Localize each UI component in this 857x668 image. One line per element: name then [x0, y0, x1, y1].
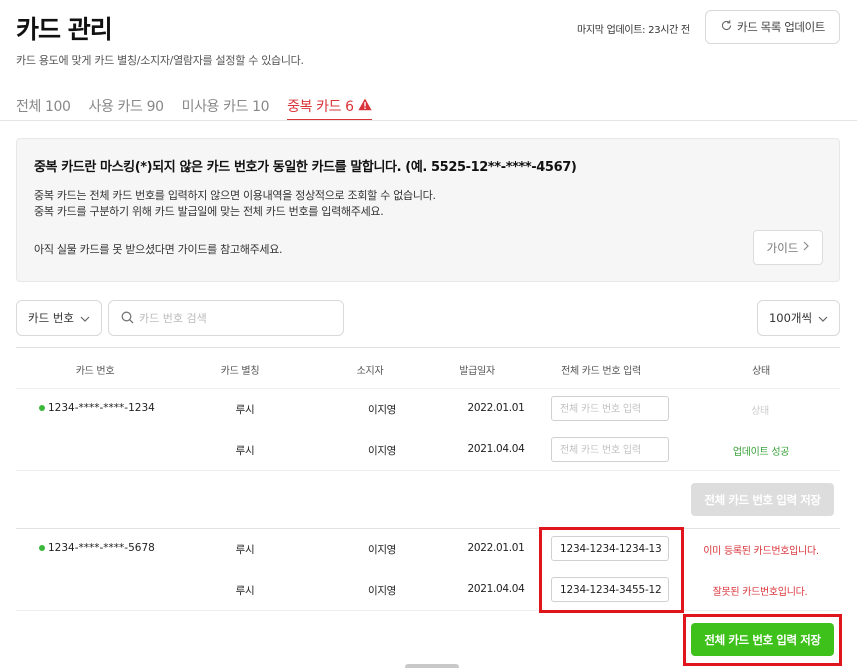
warning-icon: [358, 96, 372, 119]
page-subtitle: 카드 용도에 맞게 카드 별칭/소지자/열람자를 설정할 수 있습니다.: [16, 54, 304, 67]
tab-used[interactable]: 사용 카드 90: [89, 96, 164, 121]
search-field-select[interactable]: 카드 번호: [16, 300, 102, 336]
refresh-card-list-button[interactable]: 카드 목록 업데이트: [705, 10, 840, 44]
table-top-border: [16, 347, 840, 348]
table-header-border: [16, 388, 840, 389]
tab-bar: 전체 100 사용 카드 90 미사용 카드 10 중복 카드 6: [16, 96, 372, 121]
active-status-dot: [39, 405, 45, 411]
card-number-text: 1234-****-****-1234: [48, 402, 155, 414]
guide-button[interactable]: 가이드: [753, 230, 823, 265]
group-card-number: 1234-****-****-5678: [39, 542, 155, 554]
active-status-dot: [39, 545, 45, 551]
last-update-text: 마지막 업데이트: 23시간 전: [577, 25, 690, 36]
page-title: 카드 관리: [16, 15, 113, 44]
guide-label: 가이드: [766, 242, 799, 255]
tab-unused[interactable]: 미사용 카드 10: [182, 96, 270, 121]
page-size-select[interactable]: 100개씩: [757, 300, 840, 336]
cell-holder: 이지영: [367, 544, 397, 556]
duplicate-card-notice: 중복 카드란 마스킹(*)되지 않은 카드 번호가 동일한 카드를 말합니다. …: [16, 138, 840, 282]
cell-alias: 루시: [235, 404, 255, 416]
notice-title: 중복 카드란 마스킹(*)되지 않은 카드 번호가 동일한 카드를 말합니다. …: [34, 160, 577, 175]
refresh-icon: [720, 19, 733, 35]
notice-line-3: 아직 실물 카드를 못 받으셨다면 가이드를 참고해주세요.: [34, 243, 283, 256]
column-header-alias: 카드 별칭: [220, 366, 260, 377]
highlight-box-inputs: [539, 527, 684, 613]
column-header-holder: 소지자: [356, 366, 384, 377]
search-box: [108, 300, 344, 336]
row-status-error: 잘못된 카드번호입니다.: [712, 587, 808, 598]
scrollbar-thumb[interactable]: [405, 664, 459, 668]
column-header-full-number: 전체 카드 번호 입력: [561, 366, 641, 377]
chevron-down-icon: [818, 311, 828, 325]
card-number-text: 1234-****-****-5678: [48, 542, 155, 554]
search-icon: [121, 309, 134, 328]
highlight-box-save-button: [683, 614, 842, 666]
column-header-card-number: 카드 번호: [75, 366, 115, 377]
refresh-label: 카드 목록 업데이트: [737, 20, 825, 34]
tab-divider: [0, 120, 857, 121]
group-card-number: 1234-****-****-1234: [39, 402, 155, 414]
search-field-select-value: 카드 번호: [28, 311, 74, 325]
row-status-error: 이미 등록된 카드번호입니다.: [703, 546, 819, 557]
chevron-down-icon: [80, 311, 90, 325]
row-divider: [16, 610, 840, 611]
group-divider: [16, 528, 840, 529]
cell-holder: 이지영: [367, 404, 397, 416]
notice-line-2: 중복 카드를 구분하기 위해 카드 발급일에 맞는 전체 카드 번호를 입력해주…: [34, 205, 384, 218]
column-header-status: 상태: [752, 366, 770, 377]
cell-holder: 이지영: [367, 445, 397, 457]
cell-alias: 루시: [235, 585, 255, 597]
cell-issue-date: 2021.04.04: [467, 443, 525, 455]
cell-holder: 이지영: [367, 585, 397, 597]
cell-alias: 루시: [235, 445, 255, 457]
tab-duplicate[interactable]: 중복 카드 6: [287, 96, 372, 121]
row-divider: [16, 470, 840, 471]
chevron-right-icon: [803, 241, 810, 254]
cell-issue-date: 2021.04.04: [467, 583, 525, 595]
row-status: 업데이트 성공: [732, 447, 790, 458]
row-status: 상태: [751, 406, 769, 417]
column-header-issue-date: 발급일자: [459, 366, 495, 377]
tab-duplicate-label: 중복 카드 6: [287, 99, 354, 115]
full-card-number-input[interactable]: [551, 396, 669, 421]
cell-alias: 루시: [235, 544, 255, 556]
notice-line-1: 중복 카드는 전체 카드 번호를 입력하지 않으면 이용내역을 정상적으로 조회…: [34, 189, 436, 202]
tab-all[interactable]: 전체 100: [16, 96, 71, 121]
save-full-number-button[interactable]: 전체 카드 번호 입력 저장: [691, 483, 834, 516]
page-size-value: 100개씩: [768, 311, 813, 325]
search-input[interactable]: [139, 311, 329, 325]
cell-issue-date: 2022.01.01: [467, 542, 525, 554]
cell-issue-date: 2022.01.01: [467, 402, 525, 414]
full-card-number-input[interactable]: [551, 437, 669, 462]
